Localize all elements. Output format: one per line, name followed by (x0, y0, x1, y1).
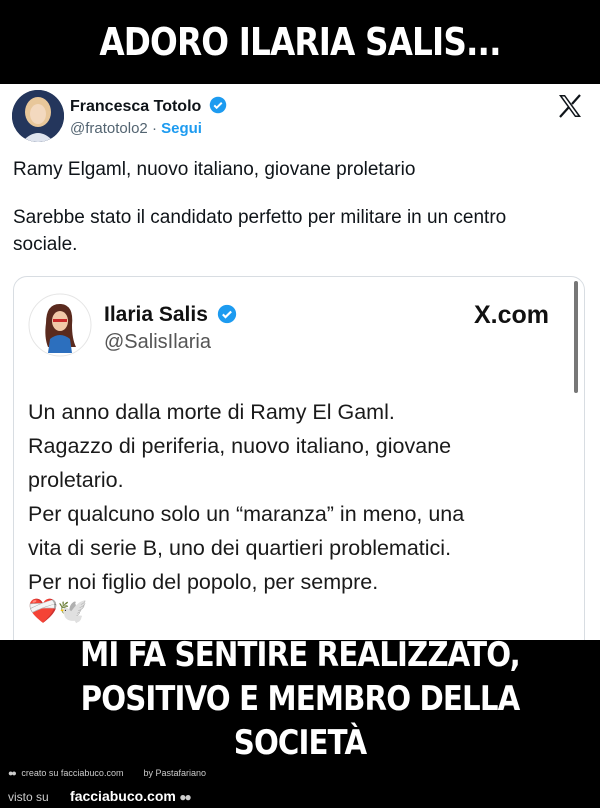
separator: · (151, 120, 157, 137)
seen-label: visto su (8, 790, 49, 804)
footer: ●● creato su facciabuco.com by Pastafari… (0, 760, 600, 808)
eyes-logo-icon: ●● (8, 768, 17, 778)
tweet-screenshot: Francesca Totolo @fratotolo2 · Segui Ram… (0, 84, 600, 640)
tweet-text-line2: Sarebbe stato il candidato perfetto per … (13, 207, 507, 255)
by-label: by Pastafariano (143, 768, 207, 778)
created-label: creato su facciabuco.com (21, 768, 124, 778)
top-caption: ADORO ILARIA SALIS... (42, 0, 558, 84)
quoted-line: proletario. (28, 468, 124, 492)
site-link[interactable]: facciabuco.com (70, 788, 176, 804)
quoted-author-name: Ilaria Salis (104, 303, 237, 330)
author-avatar[interactable] (12, 90, 64, 142)
quoted-site-label: X.com (474, 301, 550, 329)
verified-badge-icon (209, 96, 227, 119)
quoted-line: Per noi figlio del popolo, per sempre. (28, 570, 379, 594)
tweet-text: Ramy Elgaml, nuovo italiano, giovane pro… (13, 156, 573, 258)
author-name[interactable]: Francesca Totolo (70, 96, 227, 119)
quoted-author-avatar (28, 293, 92, 357)
author-handle-row: @fratotolo2 · Segui (70, 120, 202, 137)
scrollbar[interactable] (574, 281, 578, 393)
author-name-text: Francesca Totolo (70, 98, 202, 115)
x-logo-icon[interactable] (556, 92, 584, 120)
quoted-line: Un anno dalla morte di Ramy El Gaml. (28, 400, 395, 424)
tweet-text-line1: Ramy Elgaml, nuovo italiano, giovane pro… (13, 159, 416, 180)
eyes-logo-icon: ●● (179, 790, 191, 804)
quoted-line: Ragazzo di periferia, nuovo italiano, gi… (28, 434, 452, 458)
quoted-line: Per qualcuno solo un “maranza” in meno, … (28, 502, 465, 526)
quoted-author-handle: @SalisIlaria (104, 331, 212, 353)
follow-button[interactable]: Segui (161, 120, 202, 137)
quoted-line: vita di serie B, uno dei quartieri probl… (28, 536, 452, 560)
footer-seen: visto su facciabuco.com ●● (8, 788, 194, 804)
bottom-caption: MI FA SENTIRE REALIZZATO, POSITIVO E MEM… (42, 635, 558, 763)
quoted-text: Un anno dalla morte di Ramy El Gaml. Rag… (28, 395, 558, 599)
bottom-caption-line2: POSITIVO E MEMBRO DELLA SOCIETÀ (80, 679, 521, 763)
quoted-author-name-text: Ilaria Salis (104, 303, 208, 326)
bottom-caption-line1: MI FA SENTIRE REALIZZATO, (80, 635, 521, 675)
heart-dove-emojis: ❤️‍🩹🕊️ (28, 598, 88, 625)
footer-credit: ●● creato su facciabuco.com by Pastafari… (8, 768, 206, 778)
quoted-image-card[interactable]: Ilaria Salis @SalisIlaria X.com Un anno … (13, 276, 585, 640)
author-handle: @fratotolo2 (70, 120, 148, 137)
quoted-verified-badge-icon (217, 304, 237, 330)
